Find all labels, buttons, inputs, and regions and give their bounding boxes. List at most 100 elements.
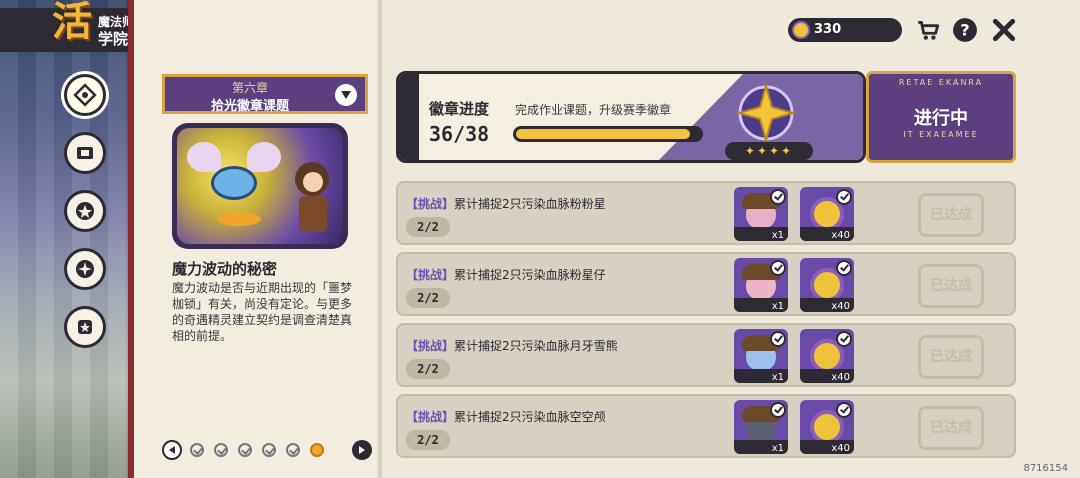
task-tag: 【挑战】 xyxy=(406,410,455,424)
task-text: 累计捕捉2只污染血脉粉星仔 xyxy=(454,268,606,282)
reward-quantity: x40 xyxy=(831,301,850,312)
chapter-pager xyxy=(162,438,372,462)
status-card: RETAE EKANRA 进行中 IT EXAEAMEE xyxy=(866,71,1016,163)
reward-quantity: x40 xyxy=(831,230,850,241)
task-row[interactable]: 【挑战】 累计捕捉2只污染血脉月牙雪熊 2/2 x1 x40 已达成 xyxy=(396,323,1016,387)
check-icon xyxy=(836,402,852,418)
task-count: 2/2 xyxy=(406,288,450,308)
pager-dot[interactable] xyxy=(238,443,252,457)
prev-page-button[interactable] xyxy=(162,440,182,460)
task-count: 2/2 xyxy=(406,430,450,450)
version-id: 8716154 xyxy=(1023,463,1068,474)
reward-orb-item[interactable]: x40 xyxy=(800,187,854,241)
progress-side-stripe xyxy=(399,74,419,160)
chapter-banner: 第六章 拾光徽章课题 xyxy=(162,74,368,114)
star-coin-icon xyxy=(792,21,810,39)
shop-button[interactable] xyxy=(914,16,942,44)
check-icon xyxy=(770,331,786,347)
task-list: 【挑战】 累计捕捉2只污染血脉粉粉星 2/2 x1 x40 已达成 【挑战】 累… xyxy=(396,181,1016,478)
pager-dot[interactable] xyxy=(286,443,300,457)
task-text: 累计捕捉2只污染血脉粉粉星 xyxy=(454,197,606,211)
logo-glyph: 活 xyxy=(52,0,92,45)
task-text: 累计捕捉2只污染血脉空空颅 xyxy=(454,410,606,424)
completed-stamp: 已达成 xyxy=(918,335,984,379)
pager-dot[interactable] xyxy=(190,443,204,457)
pager-dot[interactable] xyxy=(214,443,228,457)
chevron-down-icon xyxy=(341,91,351,99)
task-row[interactable]: 【挑战】 累计捕捉2只污染血脉粉星仔 2/2 x1 x40 已达成 xyxy=(396,252,1016,316)
pager-dot-current[interactable] xyxy=(310,443,324,457)
card-icon xyxy=(77,147,93,159)
reward-orb-item[interactable]: x40 xyxy=(800,258,854,312)
badge-progress-card: 徽章进度 完成作业课题，升级赛季徽章 36/38 ✦✦✦✦ xyxy=(396,71,866,163)
task-count: 2/2 xyxy=(406,359,450,379)
task-text: 累计捕捉2只污染血脉月牙雪熊 xyxy=(454,339,618,353)
star-badge-icon xyxy=(76,202,94,220)
check-icon xyxy=(770,260,786,276)
nav-collect[interactable] xyxy=(64,248,106,290)
completed-stamp: 已达成 xyxy=(918,193,984,237)
reward-quantity: x40 xyxy=(831,443,850,454)
progress-bar-fill xyxy=(516,129,691,139)
check-icon xyxy=(836,189,852,205)
character-body xyxy=(299,196,327,232)
nav-cards[interactable] xyxy=(64,132,106,174)
task-tag: 【挑战】 xyxy=(406,268,455,282)
chapter-number: 第六章 xyxy=(231,81,268,95)
arrow-right-icon xyxy=(359,446,365,454)
arrow-left-icon xyxy=(169,446,175,454)
season-badge-icon xyxy=(735,82,797,144)
cart-icon xyxy=(918,21,940,40)
lore-text: 魔力波动是否与近期出现的「噩梦枷锁」有关，尚没有定论。与更多的奇遇精灵建立契约是… xyxy=(172,281,353,343)
chapter-panel: 第六章 拾光徽章课题 魔力波动的秘密 魔力波动是否与近期出现的「噩梦枷锁」有关，… xyxy=(128,0,376,478)
reward-acorn-item[interactable]: x1 xyxy=(734,329,788,383)
character-face xyxy=(303,172,323,192)
progress-count: 36/38 xyxy=(429,122,490,146)
task-count: 2/2 xyxy=(406,217,450,237)
check-icon xyxy=(836,331,852,347)
nav-star-badge[interactable] xyxy=(64,190,106,232)
reward-acorn-item[interactable]: x1 xyxy=(734,400,788,454)
spirit-tail xyxy=(217,212,261,226)
currency-value: 330 xyxy=(814,22,842,37)
reward-quantity: x1 xyxy=(771,230,784,241)
check-icon xyxy=(770,402,786,418)
currency-display: 330 xyxy=(788,18,902,42)
spark-icon xyxy=(76,260,94,278)
reward-quantity: x1 xyxy=(771,372,784,383)
status-deco: IT EXAEAMEE xyxy=(903,130,979,139)
progress-bar xyxy=(513,126,703,142)
star-scroll-icon xyxy=(78,320,92,334)
completed-stamp: 已达成 xyxy=(918,264,984,308)
reward-quantity: x1 xyxy=(771,301,784,312)
pager-dot[interactable] xyxy=(262,443,276,457)
help-button[interactable]: ? xyxy=(951,16,979,44)
lore-title: 魔力波动的秘密 xyxy=(172,260,278,278)
chapter-name: 拾光徽章课题 xyxy=(210,99,289,114)
chapter-dropdown-button[interactable] xyxy=(335,84,357,106)
spirit-wing xyxy=(247,142,281,172)
nav-achievement[interactable] xyxy=(64,306,106,348)
progress-title: 徽章进度 xyxy=(429,100,490,118)
illustration-art xyxy=(177,128,343,244)
reward-orb-item[interactable]: x40 xyxy=(800,329,854,383)
status-label: 进行中 xyxy=(914,108,968,129)
spirit-wing xyxy=(187,142,221,172)
reward-acorn-item[interactable]: x1 xyxy=(734,258,788,312)
chapter-illustration xyxy=(172,123,348,249)
completed-stamp: 已达成 xyxy=(918,406,984,450)
task-row[interactable]: 【挑战】 累计捕捉2只污染血脉粉粉星 2/2 x1 x40 已达成 xyxy=(396,181,1016,245)
reward-orb-item[interactable]: x40 xyxy=(800,400,854,454)
reward-quantity: x40 xyxy=(831,372,850,383)
reward-acorn-item[interactable]: x1 xyxy=(734,187,788,241)
close-button[interactable] xyxy=(990,16,1018,44)
reward-quantity: x1 xyxy=(771,443,784,454)
compass-icon xyxy=(73,83,97,107)
question-icon: ? xyxy=(953,18,977,42)
nav-tasks[interactable] xyxy=(64,74,106,116)
panel-divider xyxy=(378,0,382,478)
task-tag: 【挑战】 xyxy=(406,197,455,211)
next-page-button[interactable] xyxy=(352,440,372,460)
task-tag: 【挑战】 xyxy=(406,339,455,353)
task-row[interactable]: 【挑战】 累计捕捉2只污染血脉空空颅 2/2 x1 x40 已达成 xyxy=(396,394,1016,458)
